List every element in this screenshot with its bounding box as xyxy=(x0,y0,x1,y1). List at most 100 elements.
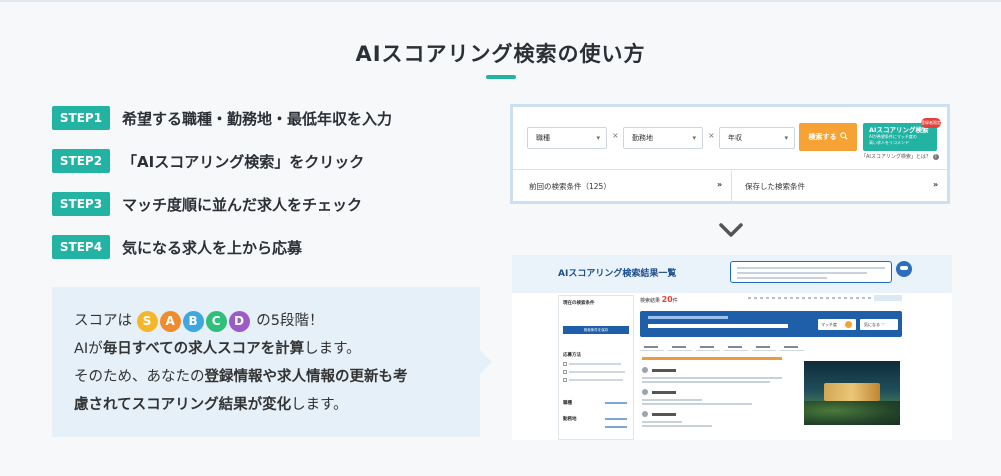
select-label: 勤務地 xyxy=(632,134,653,142)
info-text-bold: 登録情報や求人情報の更新も考 xyxy=(204,369,408,385)
info-text: します。 xyxy=(304,341,361,357)
info-line-2: AIが毎日すべての求人スコアを計算します。 xyxy=(74,337,361,358)
score-info-box: スコアは SABCD の5段階！ AIが毎日すべての求人スコアを計算します。 そ… xyxy=(52,287,480,437)
question-icon: ? xyxy=(932,154,939,160)
chevron-down-icon: ▾ xyxy=(596,134,600,142)
chevron-down-icon xyxy=(719,223,743,237)
heart-icon: ♡ xyxy=(881,322,885,327)
current-conditions-label: 現在の検索条件 xyxy=(563,301,595,306)
step-badge: STEP1 xyxy=(52,106,110,130)
step-badge: STEP3 xyxy=(52,192,110,216)
close-icon: × xyxy=(612,131,619,140)
job-tab[interactable] xyxy=(668,343,692,351)
favorite-button[interactable]: 気になる ♡ xyxy=(860,319,898,330)
apply-method-label: 応募方法 xyxy=(563,353,581,358)
new-badge: 登録者限定 xyxy=(921,118,941,128)
info-text: そのため、あなたの xyxy=(74,369,205,385)
grade-s-badge: S xyxy=(136,310,158,332)
match-score-button[interactable]: マッチ度 xyxy=(818,319,856,330)
previous-conditions-link[interactable]: 前回の検索条件（125） xyxy=(529,181,611,192)
job-tab[interactable] xyxy=(640,343,664,351)
job-tab[interactable] xyxy=(752,343,776,351)
job-card-header[interactable]: マッチ度 気になる ♡ xyxy=(640,311,902,337)
salary-select[interactable]: 年収 ▾ xyxy=(719,127,795,149)
result-count-number: 20 xyxy=(661,295,673,304)
checkbox[interactable] xyxy=(563,370,567,374)
double-chevron-right-icon: » xyxy=(933,180,939,189)
results-list: 検索結果 20件 マッチ度 気になる ♡ xyxy=(638,295,902,440)
page-title: AIスコアリング検索の使い方 xyxy=(355,42,646,66)
ai-button-subtitle: 高い求人をリコメンド xyxy=(869,139,909,145)
grade-c-badge: C xyxy=(205,310,227,332)
close-icon: × xyxy=(708,131,715,140)
sort-dropdown[interactable] xyxy=(874,295,902,301)
step-text: 気になる求人を上から応募 xyxy=(122,238,303,257)
job-tab[interactable] xyxy=(724,343,748,351)
workplace-icon xyxy=(642,411,648,417)
info-line-4: 慮されてスコアリング結果が変化します。 xyxy=(74,393,348,414)
title-underline xyxy=(486,75,516,79)
divider xyxy=(731,169,732,201)
job-catchphrase xyxy=(642,357,782,360)
info-text: AIが xyxy=(74,341,103,357)
info-pointer-arrow xyxy=(480,350,492,374)
step-text: 「AIスコアリング検索」をクリック xyxy=(122,152,365,171)
search-button[interactable]: 検索する xyxy=(799,123,857,151)
chevron-down-icon: ▾ xyxy=(692,134,696,142)
results-title: AIスコアリング検索結果一覧 xyxy=(558,269,677,279)
results-screenshot: AIスコアリング検索結果一覧 現在の検索条件 検索条件を保存 応募方法 職種 勤… xyxy=(512,255,952,440)
workplace-label: 勤務地 xyxy=(563,417,577,422)
step-4: STEP4 気になる求人を上から応募 xyxy=(52,235,302,259)
step-3: STEP3 マッチ度順に並んだ求人をチェック xyxy=(52,192,362,216)
job-tab[interactable] xyxy=(780,343,804,351)
workplace-edit-link[interactable] xyxy=(605,418,627,420)
results-sidebar: 現在の検索条件 検索条件を保存 応募方法 職種 勤務地 xyxy=(558,295,634,440)
step-badge: STEP4 xyxy=(52,235,110,259)
step-badge: STEP2 xyxy=(52,149,110,173)
select-label: 年収 xyxy=(728,134,742,142)
grade-b-badge: B xyxy=(182,310,204,332)
checkbox[interactable] xyxy=(563,378,567,382)
pagination[interactable] xyxy=(748,297,888,299)
ai-help-link[interactable]: 「AIスコアリング検索」とは？ ? xyxy=(861,153,939,160)
hotel-photo xyxy=(804,361,900,425)
checkbox[interactable] xyxy=(563,362,567,366)
info-text: の5段階！ xyxy=(256,313,324,329)
double-chevron-right-icon: » xyxy=(717,180,723,189)
step-2: STEP2 「AIスコアリング検索」をクリック xyxy=(52,149,364,173)
grade-a-badge: A xyxy=(159,310,181,332)
search-panel-screenshot: 職種 ▾ × 勤務地 ▾ × 年収 ▾ 検索する AIスコアリング検索 AIが希望条件… xyxy=(510,104,950,204)
job-type-select[interactable]: 職種 ▾ xyxy=(527,127,607,149)
step-text: 希望する職種・勤務地・最低年収を入力 xyxy=(122,109,393,128)
search-icon xyxy=(839,132,848,142)
job-card-tabs xyxy=(640,343,902,351)
results-header: AIスコアリング検索結果一覧 xyxy=(512,255,952,293)
occupation-label: 職種 xyxy=(563,401,572,406)
info-text-bold: 毎日すべての求人スコアを計算 xyxy=(102,341,305,357)
save-conditions-button[interactable]: 検索条件を保存 xyxy=(563,326,629,334)
select-label: 職種 xyxy=(536,134,550,142)
ai-robot-icon xyxy=(896,261,912,277)
step-text: マッチ度順に並んだ求人をチェック xyxy=(122,195,363,214)
saved-conditions-link[interactable]: 保存した検索条件 xyxy=(745,181,805,192)
info-line-3: そのため、あなたの登録情報や求人情報の更新も考 xyxy=(74,365,408,386)
grade-d-badge: D xyxy=(228,310,250,332)
job-tab[interactable] xyxy=(696,343,720,351)
info-text: スコアは xyxy=(74,313,132,329)
ai-message-bubble xyxy=(730,261,892,283)
step-1: STEP1 希望する職種・勤務地・最低年収を入力 xyxy=(52,106,392,130)
chevron-down-icon: ▾ xyxy=(784,134,788,142)
info-line-1: スコアは SABCD の5段階！ xyxy=(74,309,323,332)
divider xyxy=(513,169,947,170)
work-content-icon xyxy=(642,367,648,373)
search-button-label: 検索する xyxy=(808,133,837,141)
ai-help-label: 「AIスコアリング検索」とは？ xyxy=(861,154,931,160)
grade-a-badge xyxy=(845,321,852,328)
info-text: します。 xyxy=(291,397,348,413)
requirement-icon xyxy=(642,389,648,395)
info-text-bold: 慮されてスコアリング結果が変化 xyxy=(74,397,292,413)
location-select[interactable]: 勤務地 ▾ xyxy=(623,127,703,149)
workplace-edit-link[interactable] xyxy=(605,426,627,428)
occupation-edit-link[interactable] xyxy=(605,402,627,404)
result-count: 検索結果 20件 xyxy=(640,295,678,304)
